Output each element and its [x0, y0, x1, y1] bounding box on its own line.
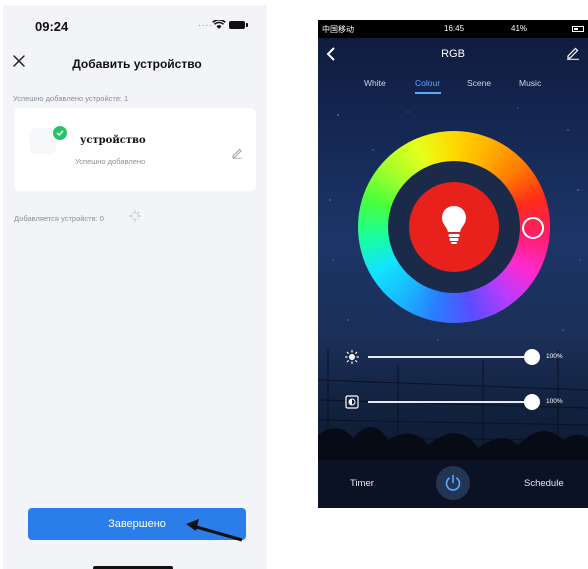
sun-icon — [345, 350, 359, 364]
schedule-button[interactable]: Schedule — [524, 478, 564, 489]
tab-white[interactable]: White — [364, 78, 386, 88]
pointer-arrow-icon — [186, 519, 243, 542]
battery-percent: 41% — [511, 24, 528, 33]
brightness-knob[interactable] — [524, 349, 540, 365]
status-time: 16:45 — [444, 24, 465, 33]
color-picker-handle[interactable] — [522, 217, 544, 239]
lightbulb-icon — [442, 206, 466, 244]
light-toggle-button[interactable] — [409, 182, 499, 272]
saturation-value: 100% — [546, 398, 563, 405]
brightness-slider[interactable]: 100% — [318, 347, 588, 367]
saturation-track[interactable] — [368, 401, 532, 403]
bottom-bar: Timer Schedule — [318, 460, 588, 508]
saturation-knob[interactable] — [524, 394, 540, 410]
timer-button[interactable]: Timer — [350, 478, 374, 489]
edit-icon[interactable] — [566, 46, 580, 60]
brightness-track[interactable] — [368, 356, 532, 358]
active-tab-indicator — [415, 92, 441, 94]
rgb-control-screen: 中国移动 16:45 41% RGB White Colour Scene Mu… — [318, 20, 588, 508]
mode-tabs: White Colour Scene Music — [318, 72, 588, 92]
header: RGB — [318, 38, 588, 70]
status-bar: 中国移动 16:45 41% — [318, 20, 588, 38]
carrier-label: 中国移动 — [322, 25, 354, 34]
tab-scene[interactable]: Scene — [467, 78, 491, 88]
power-button[interactable] — [436, 466, 470, 500]
page-title: RGB — [441, 48, 465, 60]
contrast-icon — [345, 395, 359, 409]
brightness-value: 100% — [546, 353, 563, 360]
power-icon — [445, 474, 461, 491]
tab-colour[interactable]: Colour — [415, 78, 440, 88]
tab-music[interactable]: Music — [519, 78, 541, 88]
add-device-screen: 09:24 .... Добавить устройство Успешно д… — [3, 5, 267, 569]
battery-icon — [572, 26, 584, 32]
saturation-slider[interactable]: 100% — [318, 392, 588, 412]
